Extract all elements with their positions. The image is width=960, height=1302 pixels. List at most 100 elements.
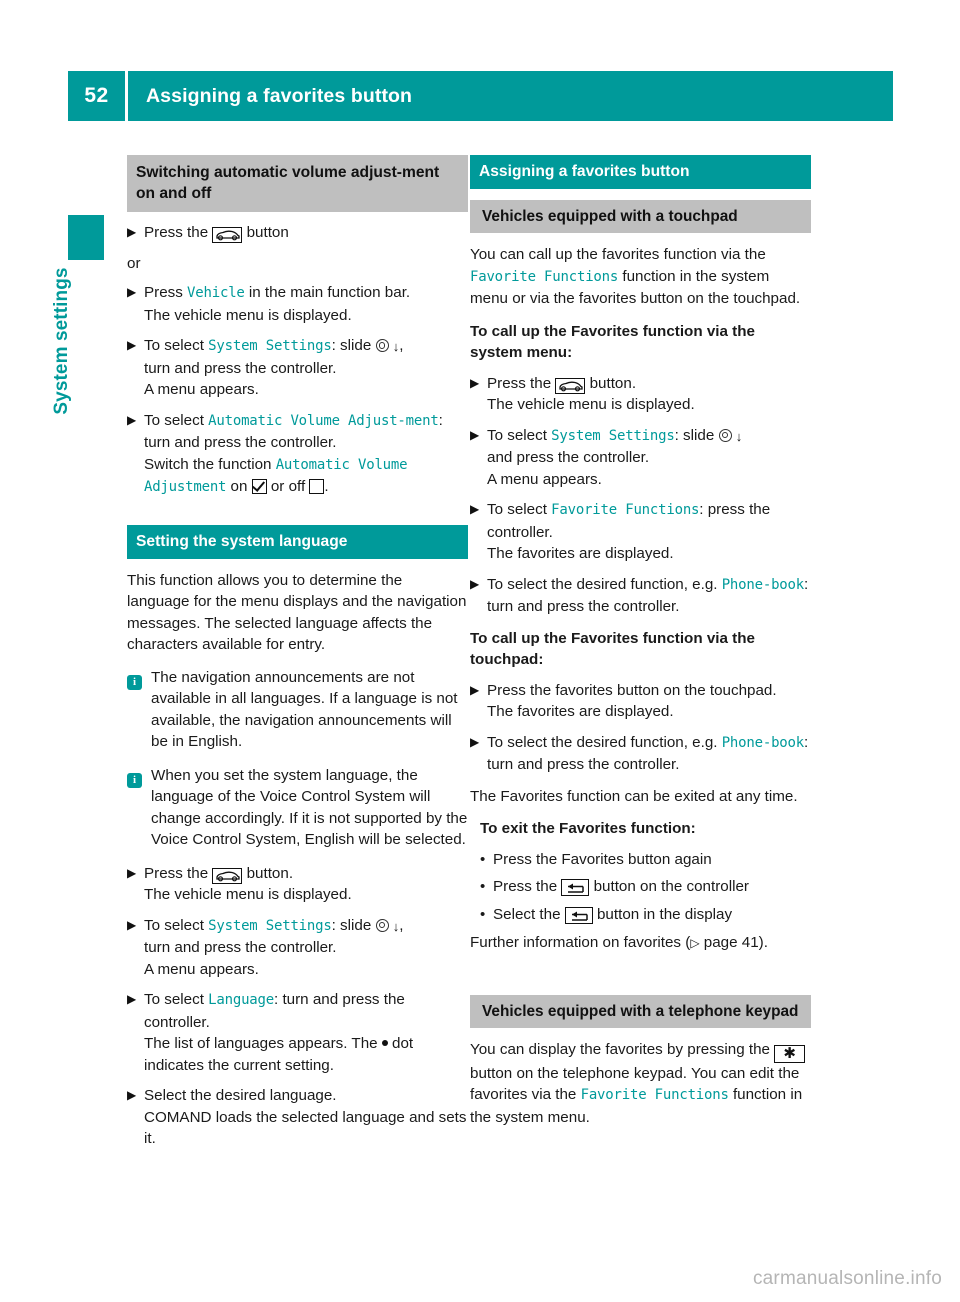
step-text-post: button [242, 224, 289, 241]
step-arrow-icon: ▶ [470, 427, 480, 442]
step-line2: controller. [144, 1013, 210, 1031]
step-arrow-icon: ▶ [127, 225, 137, 239]
ui-label-vehicle: Vehicle [187, 285, 245, 301]
step-line2: COMAND loads the selected language and s… [144, 1108, 467, 1148]
step-text-post: , [399, 916, 404, 934]
step-text-pre: Press the [144, 864, 213, 882]
step-line3: A menu appears. [144, 381, 259, 398]
step-select-automatic-volume: ▶ To select Automatic Volume Adjust-ment… [127, 410, 468, 499]
note-navigation-announcements: i The navigation announcements are not a… [127, 667, 468, 753]
step-arrow-icon: ▶ [127, 412, 137, 427]
step-select-desired-function-2: ▶ To select the desired function, e.g. P… [470, 732, 811, 776]
step-text-pre: To select [487, 426, 552, 444]
step-line1: Press the favorites button on the touchp… [487, 681, 777, 699]
heading-switching-volume: Switching automatic volume adjust-ment o… [127, 155, 468, 212]
bullet-dot-icon: • [480, 905, 486, 923]
step-press-favorites-button: ▶ Press the favorites button on the touc… [470, 680, 811, 723]
page-reference-arrow-icon: ▷ [690, 936, 700, 950]
step-line3: A menu appears. [144, 960, 259, 978]
step-line2: The favorites are displayed. [487, 703, 674, 720]
step-result: The vehicle menu is displayed. [144, 886, 352, 903]
step-text-post: in the main function bar. [244, 284, 411, 301]
watermark: carmanualsonline.info [752, 1268, 942, 1289]
step-arrow-icon: ▶ [127, 992, 137, 1006]
step-text-mid: : slide [331, 916, 376, 934]
step-line3-pre: The list of languages appears. The [144, 1035, 382, 1052]
arrow-down-icon: ↓ [735, 428, 743, 444]
note-voice-control: i When you set the system language, the … [127, 765, 468, 851]
step-line2: turn and press the controller. [144, 359, 337, 377]
step-text-pre: To select [144, 337, 209, 354]
heading-setting-system-language: Setting the system language [127, 524, 468, 559]
bullet-text-post: button in the display [592, 905, 733, 923]
ui-label-system-settings: System Settings [208, 917, 332, 934]
right-column: Assigning a favorites button Vehicles eq… [470, 155, 811, 1139]
bullet-press-favorites-again: • Press the Favorites button again [470, 849, 811, 871]
bullet-text-post: button on the controller [589, 878, 749, 895]
step-press-vehicle-button: ▶ Press the button [127, 222, 468, 244]
paragraph-exit-note: The Favorites function can be exited at … [470, 787, 798, 805]
step-text-pre: To select the desired function, e.g. [487, 575, 722, 593]
step-select-desired-language: ▶ Select the desired language. COMAND lo… [127, 1085, 468, 1150]
step-text-pre: To select the desired function, e.g. [487, 733, 722, 751]
step-result: The favorites are displayed. [487, 545, 674, 562]
vehicle-car-button-icon [212, 867, 243, 884]
bullet-press-back-controller: • Press the button on the controller [470, 876, 811, 898]
info-icon: i [127, 772, 142, 788]
page-header: 52 Assigning a favorites button [68, 71, 893, 121]
bullet-select-back-display: • Select the button in the display [470, 904, 811, 926]
step-text-pre: To select [487, 501, 552, 518]
step-line2: and press the controller. [487, 449, 650, 466]
step-select-system-settings: ▶ To select System Settings: slide ↓, tu… [127, 335, 468, 401]
keypad-text-pre: You can display the favorites by pressin… [470, 1040, 775, 1058]
vehicle-car-button-icon [212, 227, 243, 243]
heading-exit-favorites: To exit the Favorites function: [480, 820, 696, 837]
chapter-tab-marker [68, 215, 104, 260]
step-text-pre: To select [144, 991, 209, 1008]
step-select-language: ▶ To select Language: turn and press the… [127, 989, 468, 1076]
paragraph-language-intro: This function allows you to determine th… [127, 571, 467, 654]
ui-label-favorite-functions: Favorite Functions [470, 268, 619, 285]
star-key-button-icon: ✱ [774, 1044, 806, 1063]
ui-label-phonebook: Phone-book [721, 734, 804, 751]
further-info-pre: Further information on favorites ( [470, 934, 691, 951]
step-press-vehicle-button-2: ▶ Press the button. The vehicle menu is … [127, 863, 468, 906]
ui-label-phonebook: Phone-book [721, 576, 804, 593]
step-arrow-icon: ▶ [470, 682, 480, 697]
step-press-vehicle-button-right: ▶ Press the button. The vehicle menu is … [470, 373, 811, 416]
step-text-post: button. [242, 864, 294, 882]
step-select-favorite-functions: ▶ To select Favorite Functions: press th… [470, 499, 811, 565]
step-select-desired-function: ▶ To select the desired function, e.g. P… [470, 574, 811, 618]
controller-slide-icon [375, 339, 389, 352]
chapter-label: System settings [51, 267, 72, 415]
ui-label-language: Language [208, 992, 274, 1008]
step-result: The vehicle menu is displayed. [144, 306, 352, 324]
bullet-text-pre: Select the [493, 905, 565, 923]
step-text-pre: Press [144, 284, 188, 301]
left-column: Switching automatic volume adjust-ment o… [127, 155, 468, 1159]
step-arrow-icon: ▶ [470, 734, 480, 749]
bullet-text: Press the Favorites button again [493, 850, 712, 868]
step-line2-mid: on [226, 478, 252, 495]
paragraph-further-info: Further information on favorites (▷ page… [470, 932, 811, 955]
step-arrow-icon: ▶ [470, 375, 480, 390]
subheading-telephone-keypad: Vehicles equipped with a telephone keypa… [470, 994, 811, 1028]
step-press-vehicle-menu: ▶ Press Vehicle in the main function bar… [127, 282, 468, 326]
note-text: The navigation announcements are not ava… [151, 668, 458, 751]
step-text-pre: To select [144, 411, 209, 429]
step-text-pre: To select [144, 916, 209, 934]
step-text-mid: : slide [674, 426, 719, 444]
bullet-text-pre: Press the [493, 878, 562, 895]
checkbox-unchecked-icon [309, 479, 325, 494]
ui-label-system-settings: System Settings [208, 338, 332, 354]
step-select-system-settings-right: ▶ To select System Settings: slide ↓ and… [470, 425, 811, 491]
paragraph-favorites-intro: You can call up the favorites function v… [470, 244, 811, 310]
bullet-dot-icon: • [480, 850, 486, 868]
page-number: 52 [68, 71, 125, 121]
info-icon: i [127, 674, 142, 690]
intro-pre: You can call up the favorites function v… [470, 246, 766, 263]
ui-label-system-settings: System Settings [551, 427, 675, 444]
step-line2-end: . [324, 478, 329, 495]
controller-slide-icon [718, 428, 732, 442]
step-line2-or: or off [266, 478, 310, 495]
